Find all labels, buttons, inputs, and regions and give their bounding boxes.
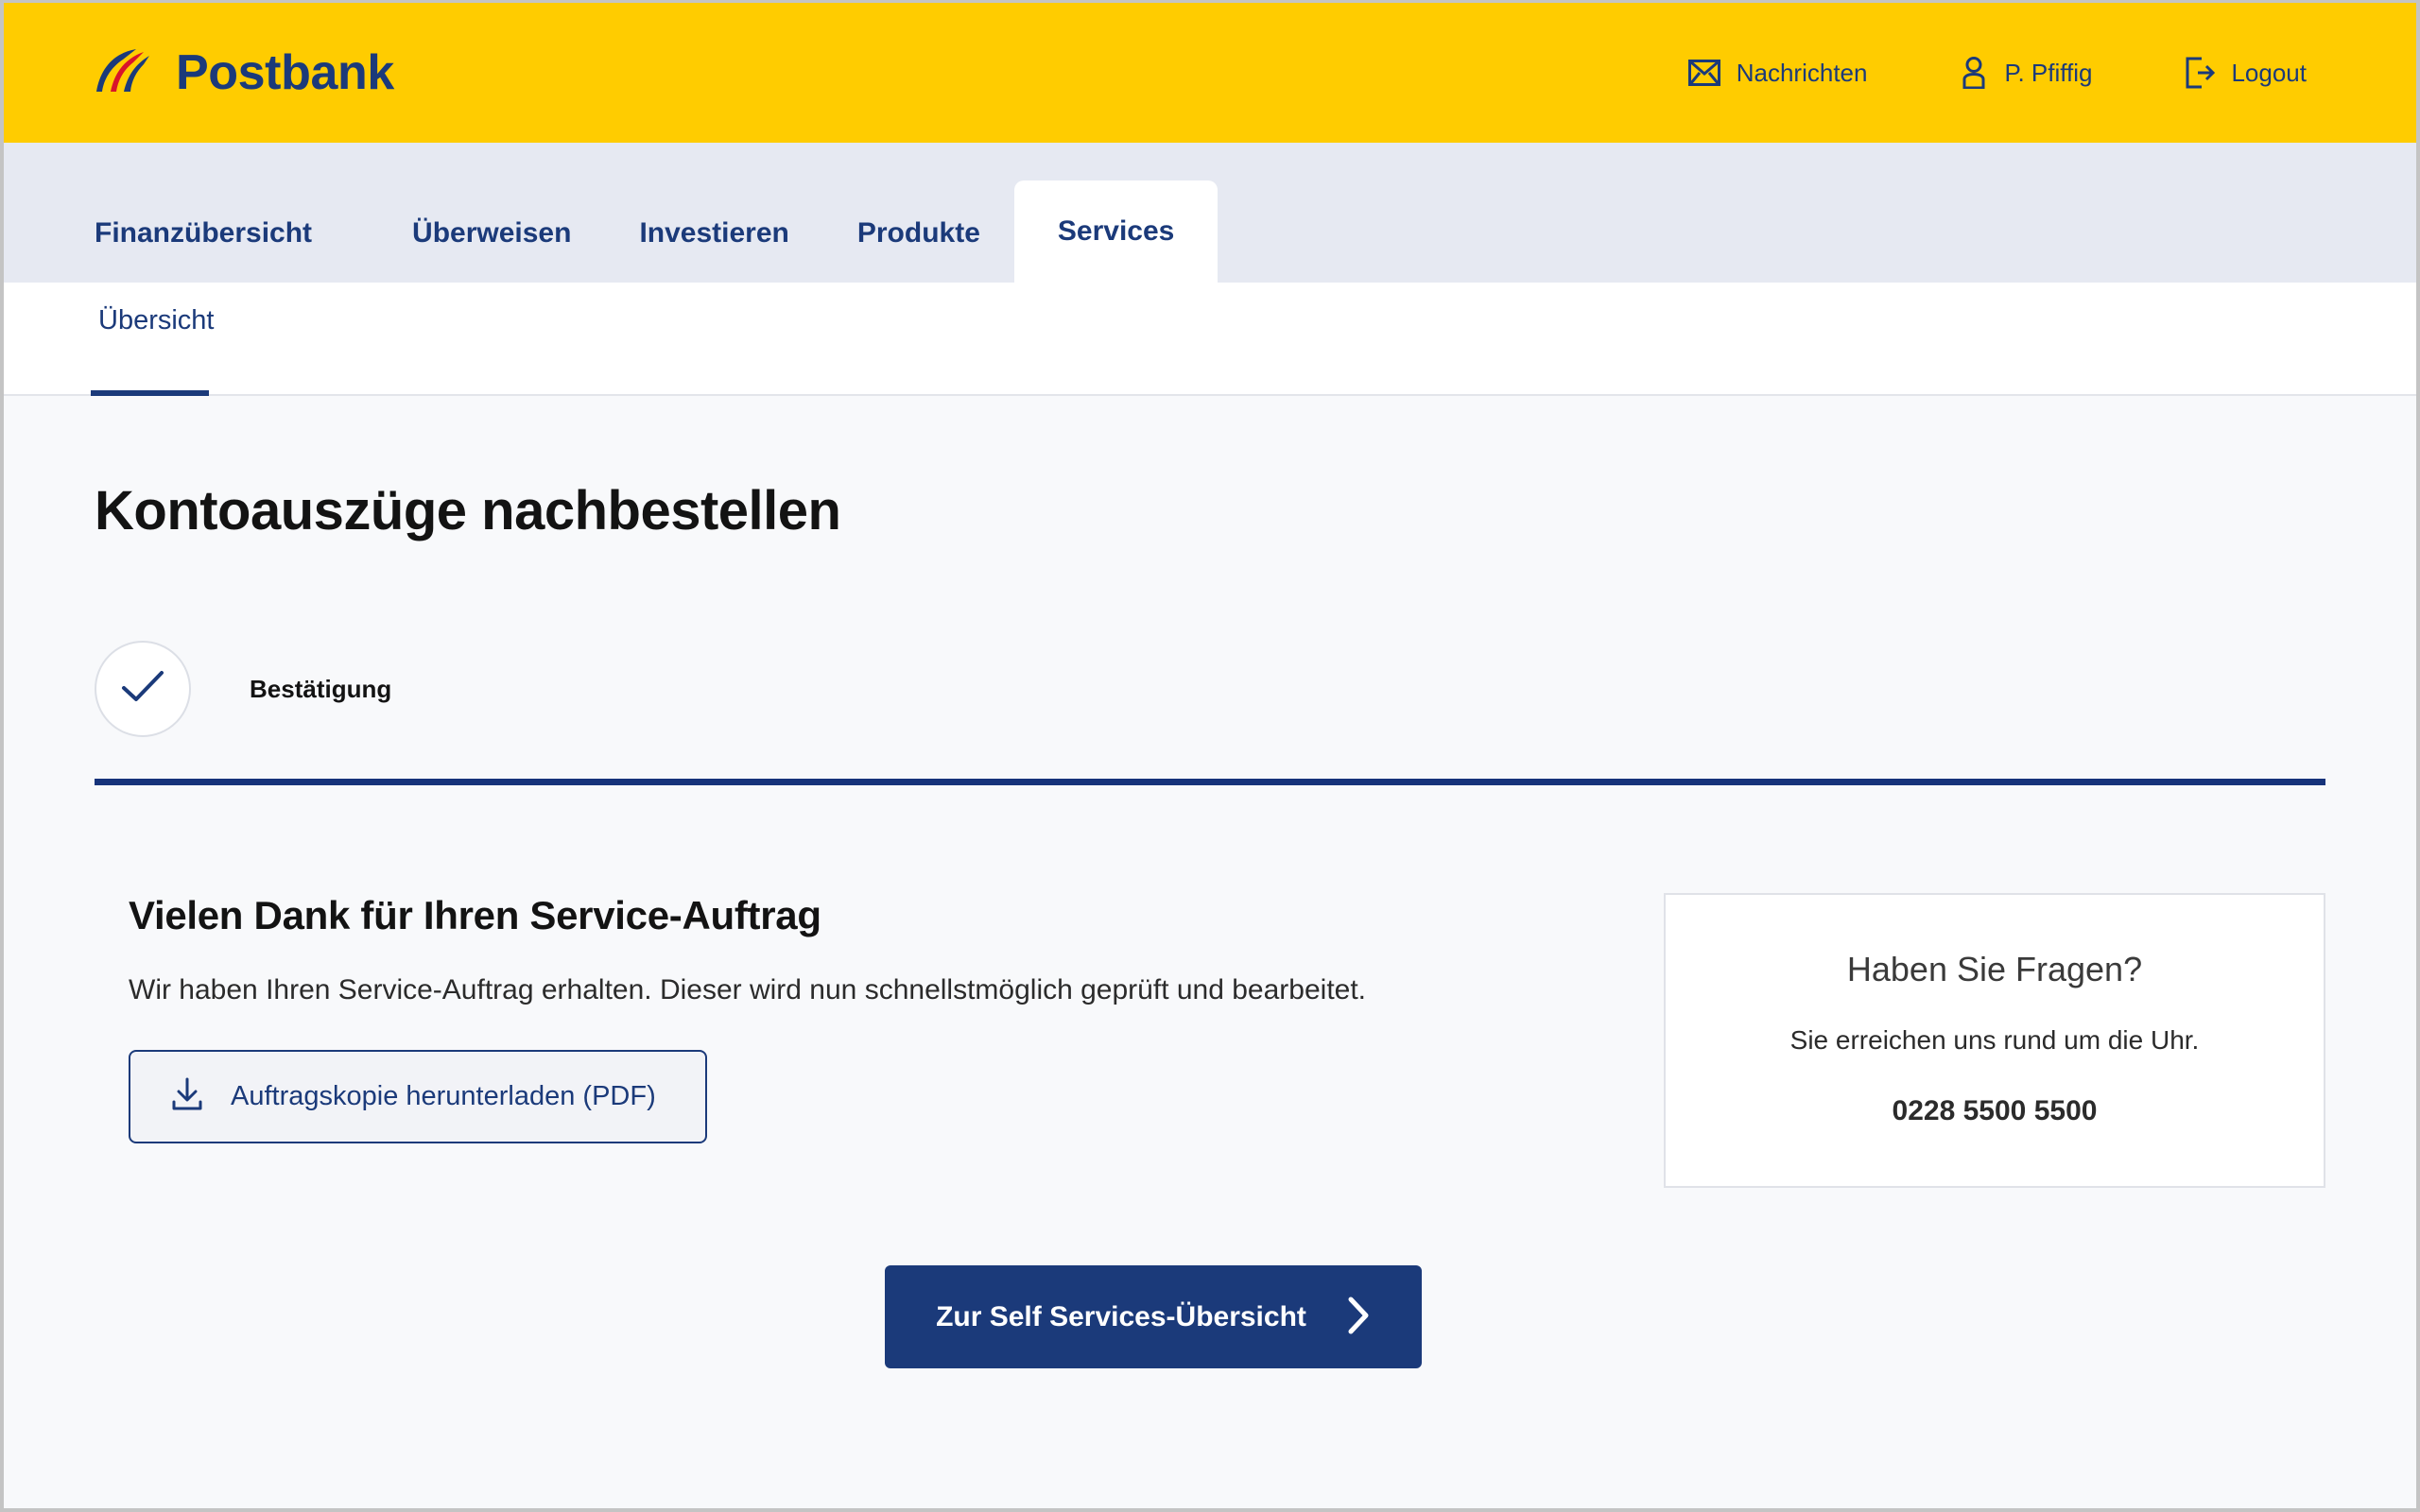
cta-button-label: Zur Self Services-Übersicht	[936, 1300, 1306, 1332]
header-action-nachrichten[interactable]: Nachrichten	[1687, 58, 1868, 88]
info-card-title: Haben Sie Fragen?	[1846, 950, 2143, 988]
step-bestaetigung	[95, 641, 191, 737]
brand-header: Postbank Nachrichten P. Pfiffig Logout	[4, 3, 2416, 143]
download-order-copy-button[interactable]: Auftragskopie herunterladen (PDF)	[129, 1050, 707, 1144]
sub-tab-label: Übersicht	[98, 305, 215, 335]
page-title: Kontoauszüge nachbestellen	[95, 480, 841, 541]
help-info-card: Haben Sie Fragen? Sie erreichen uns rund…	[1664, 893, 2325, 1188]
main-navigation: Finanzübersicht Überweisen Investieren P…	[4, 143, 2416, 283]
header-action-user[interactable]: P. Pfiffig	[1960, 57, 2092, 89]
brand-name: Postbank	[176, 45, 394, 100]
header-action-label: P. Pfiffig	[2004, 58, 2093, 87]
step-label: Bestätigung	[250, 674, 392, 703]
nav-tab-label: Investieren	[639, 217, 789, 249]
content-row: Vielen Dank für Ihren Service-Auftrag Wi…	[95, 893, 2325, 1188]
go-to-self-services-overview-button[interactable]: Zur Self Services-Übersicht	[885, 1265, 1422, 1368]
nav-tab-label: Services	[1057, 215, 1175, 247]
nav-tab-label: Produkte	[856, 217, 980, 249]
content-heading: Vielen Dank für Ihren Service-Auftrag	[129, 893, 821, 937]
stepper-divider	[95, 779, 2325, 785]
page-content: Kontoauszüge nachbestellen Bestätigung V…	[4, 396, 2416, 1508]
browser-viewport: Postbank Nachrichten P. Pfiffig Logout F…	[0, 0, 2420, 1512]
header-actions: Nachrichten P. Pfiffig Logout	[1687, 57, 2325, 89]
postbank-swoosh-logo	[95, 46, 155, 100]
nav-tab-finanzuebersicht[interactable]: Finanzübersicht	[95, 184, 346, 283]
info-card-phone: 0228 5500 5500	[1892, 1095, 2098, 1126]
person-icon	[1960, 57, 1988, 89]
content-paragraph: Wir haben Ihren Service-Auftrag erhalten…	[129, 974, 1367, 1005]
cta-row: Zur Self Services-Übersicht	[95, 1265, 2325, 1368]
download-button-label: Auftragskopie herunterladen (PDF)	[231, 1081, 656, 1112]
sub-tab-uebersicht[interactable]: Übersicht	[91, 283, 218, 396]
header-action-label: Nachrichten	[1736, 58, 1868, 87]
info-card-subtitle: Sie erreichen uns rund um die Uhr.	[1789, 1025, 2200, 1055]
check-icon	[120, 669, 165, 710]
header-action-label: Logout	[2231, 58, 2307, 87]
logout-icon	[2185, 57, 2216, 89]
nav-tab-services[interactable]: Services	[1013, 180, 1219, 283]
content-main-column: Vielen Dank für Ihren Service-Auftrag Wi…	[129, 893, 1537, 1144]
envelope-icon	[1687, 60, 1720, 86]
download-icon	[170, 1076, 204, 1117]
postbank-logo[interactable]: Postbank	[95, 46, 394, 100]
header-action-logout[interactable]: Logout	[2185, 57, 2307, 89]
nav-tab-investieren[interactable]: Investieren	[605, 184, 822, 283]
nav-tab-produkte[interactable]: Produkte	[823, 184, 1014, 283]
nav-tab-label: Finanzübersicht	[95, 217, 313, 249]
nav-tab-label: Überweisen	[412, 217, 572, 249]
chevron-right-icon	[1346, 1296, 1371, 1338]
stepper: Bestätigung	[95, 641, 2325, 737]
nav-tab-ueberweisen[interactable]: Überweisen	[378, 184, 605, 283]
sub-navigation: Übersicht	[4, 283, 2416, 396]
